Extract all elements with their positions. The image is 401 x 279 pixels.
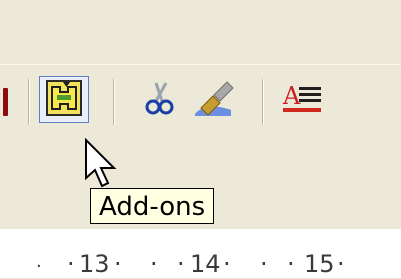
scissors-icon (142, 81, 176, 121)
cut-button[interactable] (140, 81, 178, 121)
ruler-mark: · (223, 250, 231, 278)
toolbar: A (0, 64, 401, 138)
svg-text:A: A (282, 82, 301, 110)
partial-toolbar-icon[interactable] (0, 85, 10, 119)
toolbar-separator (28, 79, 29, 125)
ruler-mark: · (36, 256, 42, 277)
menu-area (0, 0, 401, 64)
ruler-mark: · (287, 250, 295, 278)
puzzle-piece-icon (46, 79, 82, 120)
ruler-mark: · (150, 250, 158, 278)
ruler-mark: · (114, 250, 122, 278)
paintbrush-icon (191, 78, 235, 124)
ruler-tick-14: 14 (190, 250, 221, 278)
ruler-tick-13: 13 (79, 250, 110, 278)
mouse-cursor (84, 137, 124, 198)
partial-icon-edge (2, 88, 8, 116)
ruler-mark: · (67, 250, 75, 278)
text-underline-icon: A (281, 80, 325, 122)
text-underline-button[interactable]: A (280, 81, 326, 121)
ruler-mark: · (260, 250, 268, 278)
add-ons-button[interactable] (39, 76, 89, 123)
ruler-mark: · (337, 250, 345, 278)
ruler-mark: · (177, 250, 185, 278)
toolbar-separator (113, 79, 114, 125)
ruler: · · 13 · · · 14 · · · 15 · (0, 229, 401, 278)
ruler-tick-15: 15 (304, 250, 335, 278)
format-paintbrush-button[interactable] (190, 79, 236, 123)
toolbar-separator (262, 79, 263, 125)
